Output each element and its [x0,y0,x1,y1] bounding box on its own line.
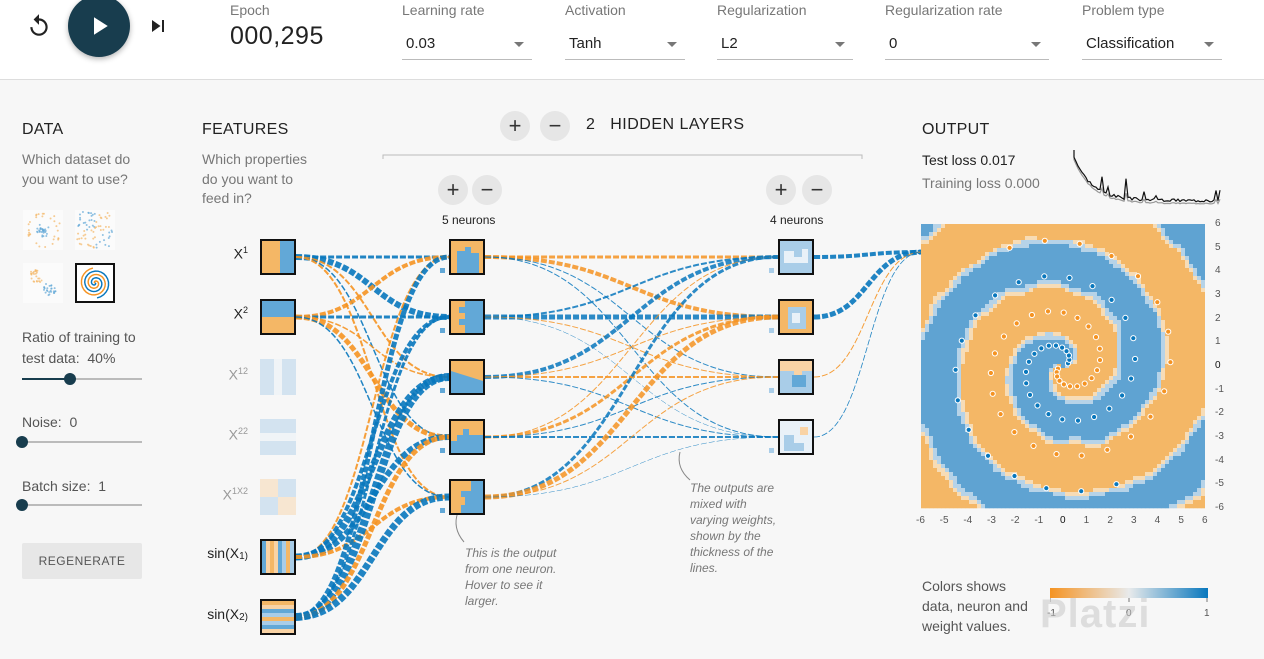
y-tick: 4 [1215,265,1221,277]
y-tick: 0 [1215,360,1221,371]
x-tick: 3 [1131,515,1137,526]
y-tick: -1 [1215,383,1224,395]
feature-x1x2[interactable] [260,479,296,515]
neuron-l2-1[interactable] [778,239,814,275]
feature-label-sin-x2: sin(X2) [207,606,248,623]
y-tick: -2 [1215,407,1224,419]
training-loss: Training loss 0.000 [922,175,1040,191]
remove-layer-button[interactable]: − [540,111,570,141]
x-tick: 2 [1107,515,1113,526]
x-tick: -6 [916,515,925,526]
color-legend-text: Colors shows data, neuron and weight val… [922,578,1028,634]
y-tick: -5 [1215,478,1224,490]
legend-max: 1 [1204,608,1210,619]
neuron-note: This is the output from one neuron. Hove… [465,546,557,608]
feature-sin-x2[interactable] [260,599,296,635]
add-layer-button[interactable]: + [500,111,530,141]
y-tick: 2 [1215,312,1221,324]
platzi-watermark: Platzi [1040,592,1151,636]
x-tick: 1 [1083,515,1090,526]
minus-icon: − [480,177,494,202]
minus-icon: − [548,113,562,138]
output-title: OUTPUT [922,121,990,138]
neuron-l1-4[interactable] [449,419,485,455]
plus-icon: + [508,113,522,138]
remove-neuron-layer2-button[interactable]: − [802,175,832,205]
hidden-layers-bracket [382,154,863,159]
feature-sin-x1[interactable] [260,539,296,575]
layer2-neuron-count: 4 neurons [770,213,824,227]
add-neuron-layer2-button[interactable]: + [766,175,796,205]
x-tick: 0 [1060,515,1066,526]
neuron-l1-2[interactable] [449,299,485,335]
feature-label-sin-x1: sin(X1) [207,545,248,562]
output-heatmap[interactable] [921,224,1205,509]
layer1-neuron-count: 5 neurons [442,213,496,227]
feature-label-x2-squared: X22 [228,426,248,443]
add-neuron-layer1-button[interactable]: + [438,175,468,205]
feature-label-x1-squared: X12 [228,366,248,383]
neuron-l2-2[interactable] [778,299,814,335]
weights-note: The outputs are mixed with varying weigh… [690,481,777,575]
feature-label-x1x2: X1X2 [222,486,248,503]
x-tick: -5 [939,515,949,526]
plus-icon: + [774,177,788,202]
loss-chart [1073,150,1221,205]
hidden-layers-label: 2 HIDDEN LAYERS [586,116,745,133]
feature-label-x2: X2 [233,305,248,322]
x-tick: 5 [1178,515,1184,526]
y-tick: 6 [1215,218,1221,229]
feature-x2-squared[interactable] [260,419,296,455]
y-tick: -4 [1215,454,1224,466]
remove-neuron-layer1-button[interactable]: − [472,175,502,205]
neuron-l1-5[interactable] [449,479,485,515]
neuron-l1-3[interactable] [449,359,485,395]
y-tick: -3 [1215,431,1224,442]
plus-icon: + [446,177,460,202]
feature-x1-squared[interactable] [260,359,296,395]
neuron-l2-3[interactable] [778,359,814,395]
x-tick: -2 [1010,515,1020,526]
x-tick: 4 [1154,515,1161,526]
test-loss: Test loss 0.017 [922,152,1016,168]
x-tick: -3 [987,515,996,526]
feature-x1[interactable] [260,239,296,275]
y-tick: 3 [1215,289,1221,300]
x-tick: -1 [1034,515,1044,526]
neuron-l1-1[interactable] [449,239,485,275]
y-tick: 1 [1215,336,1221,348]
x-tick: -4 [963,515,973,526]
minus-icon: − [810,177,824,202]
y-tick: -6 [1215,502,1224,513]
x-tick: 6 [1202,515,1208,526]
feature-label-x1: X1 [233,245,248,262]
neuron-l2-4[interactable] [778,419,814,455]
y-tick: 5 [1215,241,1221,253]
feature-x2[interactable] [260,299,296,335]
